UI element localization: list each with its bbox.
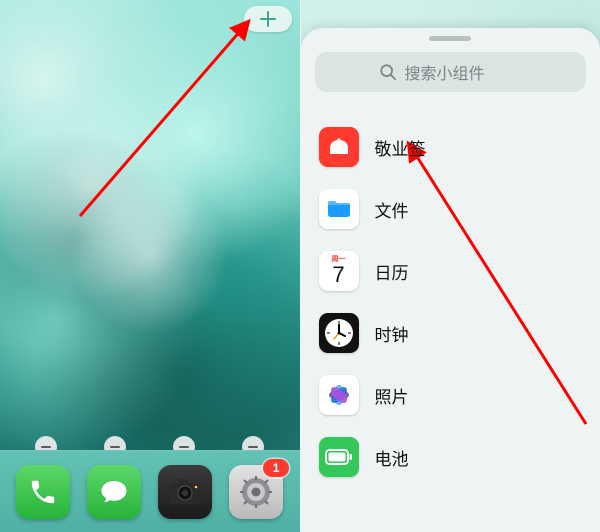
widget-row-jingyeqian[interactable]: 敬业签 bbox=[301, 116, 600, 178]
calendar-icon: 周一 7 bbox=[319, 251, 359, 291]
search-icon bbox=[379, 63, 397, 81]
jingyeqian-icon bbox=[319, 127, 359, 167]
settings-icon bbox=[238, 474, 274, 510]
widget-row-label: 敬业签 bbox=[375, 135, 426, 160]
settings-badge: 1 bbox=[263, 459, 289, 477]
files-icon bbox=[319, 189, 359, 229]
widget-search-field[interactable]: 搜索小组件 bbox=[315, 52, 587, 92]
composite-screenshot: 1 搜索小组件 敬业签 bbox=[0, 0, 600, 532]
add-widget-button[interactable] bbox=[244, 6, 292, 32]
dock-app-camera[interactable] bbox=[158, 465, 212, 519]
widget-list: 敬业签 文件 周一 7 日历 bbox=[301, 112, 600, 532]
widget-row-calendar[interactable]: 周一 7 日历 bbox=[301, 240, 600, 302]
widget-row-photos[interactable]: 照片 bbox=[301, 364, 600, 426]
phone-icon bbox=[28, 477, 58, 507]
widget-row-label: 时钟 bbox=[375, 321, 409, 346]
widget-picker-sheet: 搜索小组件 敬业签 文件 bbox=[301, 28, 600, 532]
dock-app-messages[interactable] bbox=[87, 465, 141, 519]
calendar-day: 7 bbox=[332, 262, 344, 288]
home-screen-panel: 1 bbox=[0, 0, 300, 532]
widget-row-label: 照片 bbox=[375, 383, 409, 408]
widget-row-label: 文件 bbox=[375, 197, 409, 222]
sheet-grabber[interactable] bbox=[429, 36, 471, 41]
widget-row-battery[interactable]: 电池 bbox=[301, 426, 600, 488]
widget-row-files[interactable]: 文件 bbox=[301, 178, 600, 240]
dock-app-phone[interactable] bbox=[16, 465, 70, 519]
plus-icon bbox=[259, 10, 277, 28]
messages-icon bbox=[98, 476, 130, 508]
widget-picker-panel: 搜索小组件 敬业签 文件 bbox=[300, 0, 600, 532]
clock-icon bbox=[319, 313, 359, 353]
photos-icon bbox=[319, 375, 359, 415]
widget-row-clock[interactable]: 时钟 bbox=[301, 302, 600, 364]
dock-app-settings[interactable]: 1 bbox=[229, 465, 283, 519]
dock: 1 bbox=[0, 450, 300, 532]
widget-search-placeholder: 搜索小组件 bbox=[405, 60, 485, 84]
widget-row-label: 日历 bbox=[375, 259, 409, 284]
battery-icon bbox=[319, 437, 359, 477]
camera-icon bbox=[168, 479, 202, 505]
widget-row-label: 电池 bbox=[375, 445, 409, 470]
